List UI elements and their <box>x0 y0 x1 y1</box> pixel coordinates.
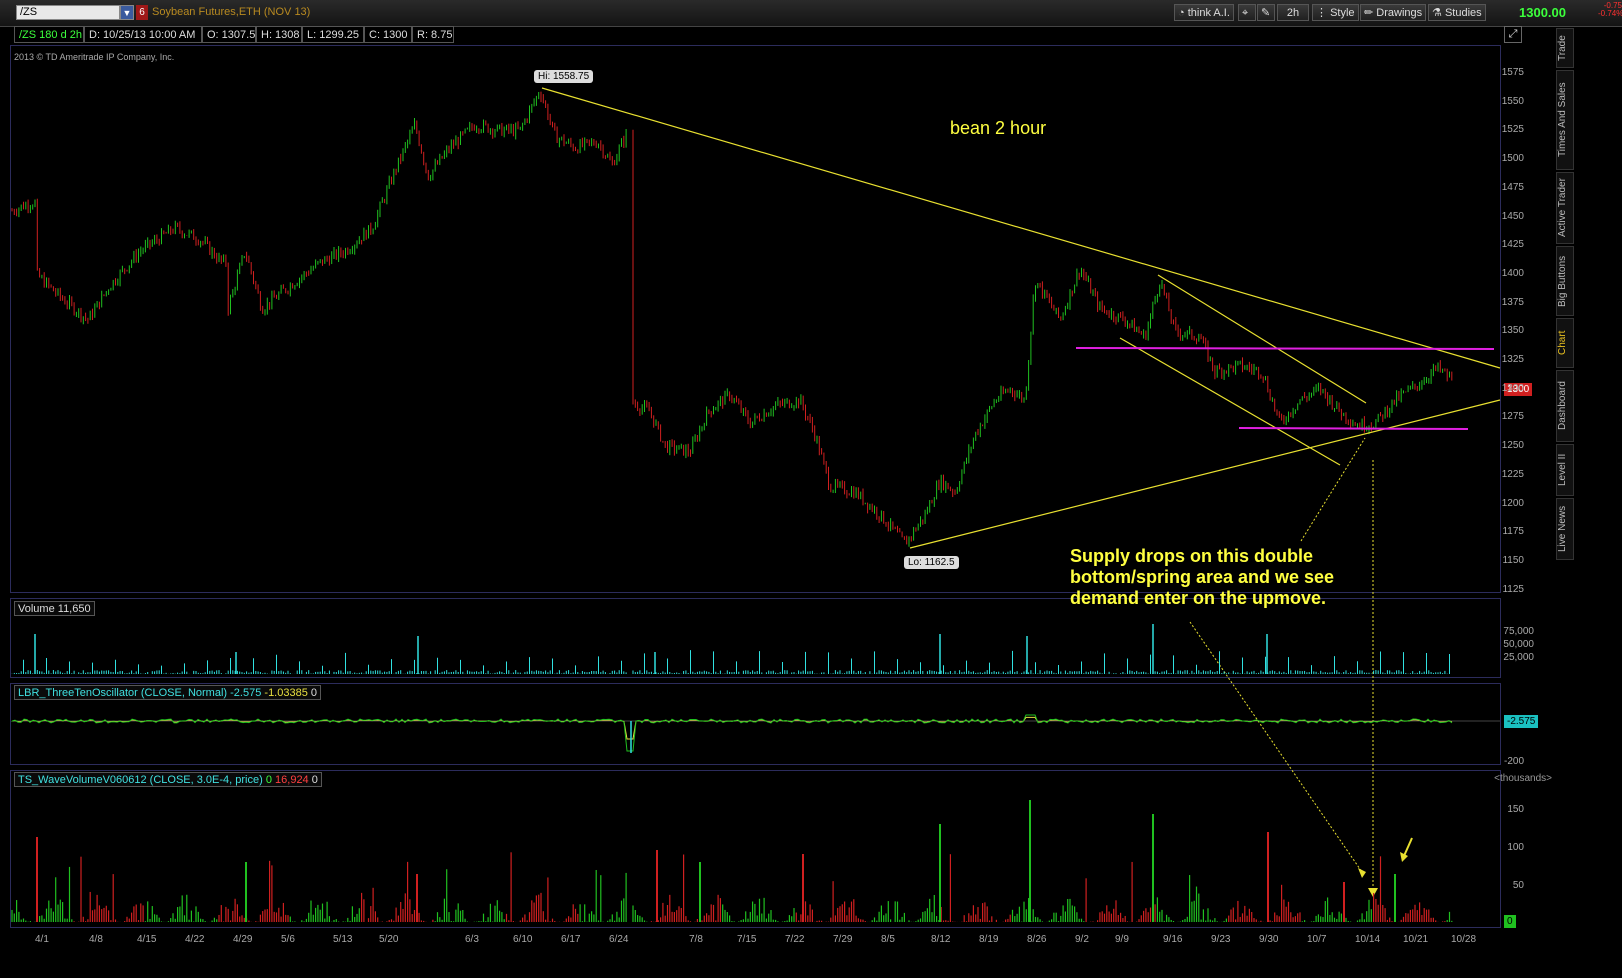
date-axis-tick: 9/16 <box>1163 934 1183 945</box>
chart-annotation-note: Supply drops on this double bottom/sprin… <box>1070 546 1335 608</box>
price-axis-tick: 1400 <box>1501 267 1524 279</box>
date-axis-tick: 5/20 <box>379 934 399 945</box>
date-axis-tick: 4/29 <box>233 934 253 945</box>
chart-annotation-title: bean 2 hour <box>950 118 1047 138</box>
wave-axis-tick: 150 <box>1507 804 1524 815</box>
price-axis-tick: 1525 <box>1501 124 1524 136</box>
date-axis-tick: 6/3 <box>465 934 479 945</box>
side-tab-dashboard[interactable]: Dashboard <box>1556 370 1574 442</box>
price-axis-tick: 1550 <box>1501 95 1524 107</box>
date-axis-tick: 9/9 <box>1115 934 1129 945</box>
side-tab-times-and-sales[interactable]: Times And Sales <box>1556 70 1574 170</box>
price-axis-tick: 1350 <box>1501 325 1524 337</box>
arrow-marker <box>1403 837 1413 857</box>
date-axis-tick: 5/13 <box>333 934 353 945</box>
low-label: Lo: 1162.5 <box>904 556 959 569</box>
side-tab-big-buttons[interactable]: Big Buttons <box>1556 246 1574 316</box>
wave-value1: 0 <box>265 774 272 786</box>
wave-units: <thousands> <box>1494 773 1552 784</box>
chart-canvas <box>11 87 1501 922</box>
osc-signal-line <box>11 716 1453 740</box>
date-axis-tick: 7/8 <box>689 934 703 945</box>
side-tab-trade[interactable]: Trade <box>1556 28 1574 68</box>
date-axis-tick: 9/23 <box>1211 934 1231 945</box>
side-tab-live-news[interactable]: Live News <box>1556 498 1574 560</box>
date-axis-tick: 8/12 <box>931 934 951 945</box>
volume-title: Volume 11,650 <box>14 601 95 616</box>
price-axis-tick: 1475 <box>1501 181 1524 193</box>
price-axis-tick: 1150 <box>1502 554 1524 566</box>
price-axis-tick: 1450 <box>1501 210 1524 222</box>
date-axis-tick: 6/10 <box>513 934 533 945</box>
lower-horizontal-level <box>1238 427 1469 430</box>
arrow-head-icon <box>1400 852 1408 862</box>
oscillator-title: LBR_ThreeTenOscillator (CLOSE, Normal) -… <box>14 685 322 700</box>
date-axis-tick: 4/22 <box>185 934 205 945</box>
osc-value2: -1.03385 <box>264 687 308 699</box>
high-label: Hi: 1558.75 <box>534 70 594 83</box>
price-axis-tick: 1225 <box>1501 468 1524 480</box>
osc-value1: -2.575 <box>230 687 262 699</box>
date-axis-tick: 4/8 <box>89 934 103 945</box>
annotation-pointer-wave <box>1189 621 1363 873</box>
side-tab-active-trader[interactable]: Active Trader <box>1556 172 1574 244</box>
side-tab-chart[interactable]: Chart <box>1556 318 1574 368</box>
date-axis-tick: 4/1 <box>35 934 49 945</box>
date-axis-tick: 10/21 <box>1403 934 1429 945</box>
volume-axis-tick: 75,000 <box>1503 626 1534 637</box>
price-axis-tick: 1575 <box>1501 67 1524 78</box>
date-axis-tick: 6/17 <box>561 934 581 945</box>
date-axis-tick: 8/19 <box>979 934 999 945</box>
oscillator-tag: -2.575 <box>1504 715 1539 728</box>
price-axis-tick: 1325 <box>1501 354 1524 365</box>
date-axis-tick: 7/29 <box>833 934 853 945</box>
price-axis-tick: 1300 <box>1501 382 1524 394</box>
wave-tag: 0 <box>1504 915 1516 928</box>
date-axis-tick: 9/2 <box>1075 934 1089 945</box>
date-axis-tick: 8/5 <box>881 934 895 945</box>
support-trendline <box>909 399 1501 549</box>
volume-label: Volume <box>18 603 55 615</box>
expand-icon[interactable]: ⤢ <box>1504 26 1522 43</box>
volume-axis-tick: 50,000 <box>1503 639 1534 650</box>
date-axis-tick: 5/6 <box>281 934 295 945</box>
wave-title: TS_WaveVolumeV060612 (CLOSE, 3.0E-4, pri… <box>14 772 322 787</box>
channel-upper-line <box>1157 274 1367 404</box>
volume-axis-tick: 25,000 <box>1503 652 1534 663</box>
wave-label: TS_WaveVolumeV060612 (CLOSE, 3.0E-4, pri… <box>18 774 263 786</box>
price-axis-tick: 1425 <box>1501 239 1524 251</box>
annotation-pointer <box>1300 437 1366 542</box>
date-axis-tick: 4/15 <box>137 934 157 945</box>
volume-value: 11,650 <box>57 603 91 615</box>
date-axis-tick: 8/26 <box>1027 934 1047 945</box>
date-axis-tick: 7/15 <box>737 934 757 945</box>
chart-window: /ZS ▼ 6 Soybean Futures,ETH (NOV 13) ◔ t… <box>0 0 1622 978</box>
wave-value2: 16,924 <box>275 774 309 786</box>
date-axis-tick: 7/22 <box>785 934 805 945</box>
upper-horizontal-level <box>1075 347 1495 350</box>
wave-value3: 0 <box>311 774 318 786</box>
price-axis-tick: 1250 <box>1501 440 1524 452</box>
side-tab-level-ii[interactable]: Level II <box>1556 444 1574 496</box>
price-axis-tick: 1125 <box>1502 583 1524 595</box>
date-axis-tick: 6/24 <box>609 934 629 945</box>
price-axis-tick: 1275 <box>1501 411 1524 423</box>
date-axis-tick: 10/14 <box>1355 934 1381 945</box>
osc-value3: 0 <box>310 687 318 699</box>
price-axis-tick: 1200 <box>1501 497 1524 509</box>
price-axis-tick: 1500 <box>1501 153 1524 165</box>
arrow-head-icon <box>1358 868 1366 878</box>
wave-axis-tick: 100 <box>1507 842 1524 853</box>
date-axis-tick: 10/7 <box>1307 934 1327 945</box>
date-axis-tick: 10/28 <box>1451 934 1477 945</box>
date-axis-tick: 9/30 <box>1259 934 1279 945</box>
osc-label: LBR_ThreeTenOscillator (CLOSE, Normal) <box>18 687 228 699</box>
osc-axis-tick: -200 <box>1503 756 1524 767</box>
price-axis-tick: 1375 <box>1501 296 1524 308</box>
price-axis-tick: 1175 <box>1502 526 1524 538</box>
wave-axis-tick: 50 <box>1512 880 1524 891</box>
